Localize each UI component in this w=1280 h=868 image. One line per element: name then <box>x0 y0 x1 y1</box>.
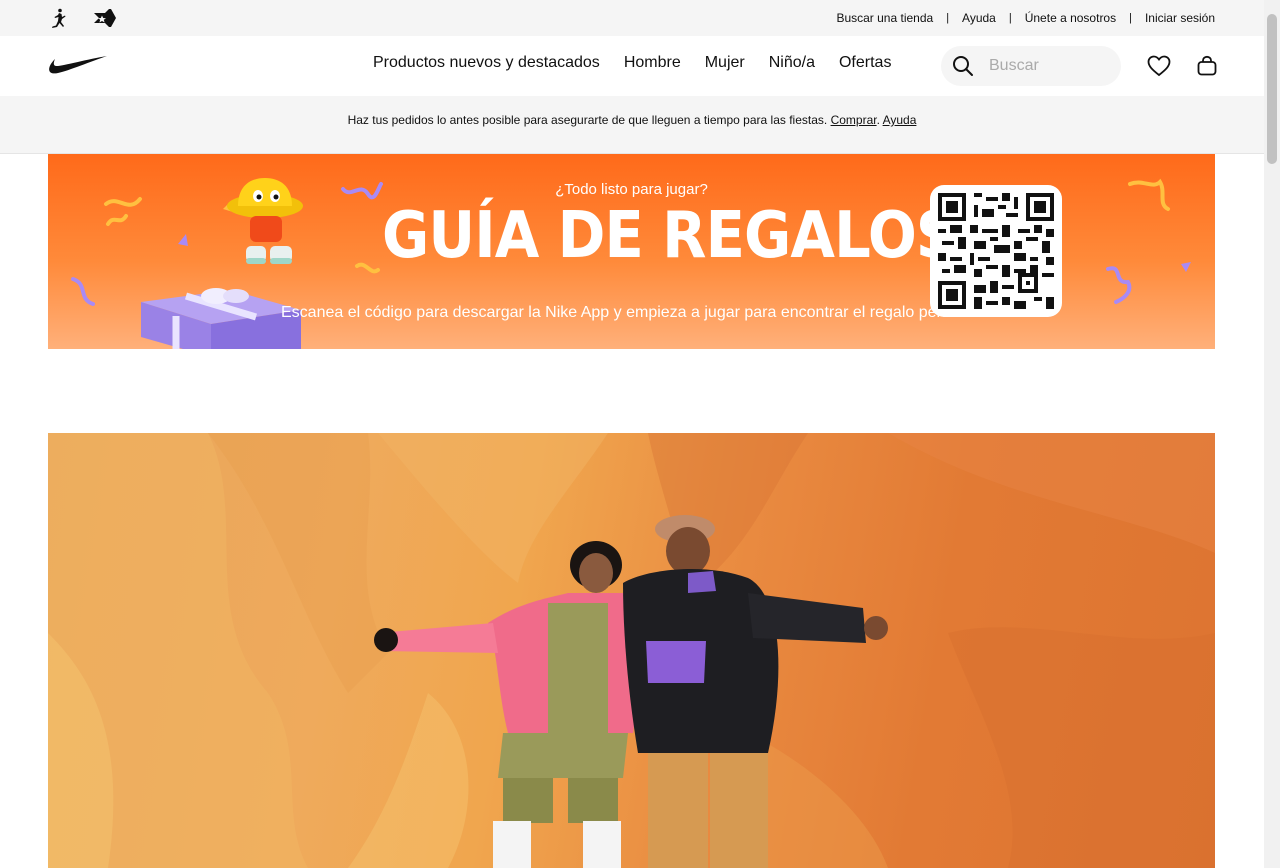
promo-shop-link[interactable]: Comprar <box>831 113 877 127</box>
nike-logo-icon[interactable] <box>48 53 108 82</box>
hero-image[interactable] <box>48 433 1215 868</box>
nav-links: Productos nuevos y destacados Hombre Muj… <box>373 54 891 72</box>
join-us-link[interactable]: Únete a nosotros <box>1025 11 1116 25</box>
favorites-heart-icon[interactable] <box>1147 54 1171 78</box>
jordan-icon[interactable] <box>48 7 70 29</box>
nav-kids[interactable]: Niño/a <box>769 54 815 72</box>
brand-icons <box>48 7 118 29</box>
search-icon[interactable] <box>952 55 974 77</box>
nav-women[interactable]: Mujer <box>705 54 745 72</box>
separator: | <box>1008 12 1012 24</box>
search-input[interactable] <box>989 57 1099 75</box>
find-store-link[interactable]: Buscar una tienda <box>836 11 933 25</box>
page-scrollbar[interactable] <box>1264 0 1280 868</box>
nav-new-featured[interactable]: Productos nuevos y destacados <box>373 54 600 72</box>
utility-bar: Buscar una tienda | Ayuda | Únete a noso… <box>0 0 1264 36</box>
shopping-bag-icon[interactable] <box>1195 54 1219 78</box>
promo-strip: Haz tus pedidos lo antes posible para as… <box>0 96 1264 154</box>
qr-code <box>930 185 1062 317</box>
help-link[interactable]: Ayuda <box>962 11 996 25</box>
nav-men[interactable]: Hombre <box>624 54 681 72</box>
banner-subtitle: Escanea el código para descargar la Nike… <box>281 304 981 321</box>
qr-code-icon <box>938 193 1054 309</box>
banner-title: GUÍA DE REGALOS <box>382 199 957 273</box>
hero-illustration <box>48 433 1215 868</box>
scrollbar-thumb[interactable] <box>1267 14 1277 164</box>
nav-offers[interactable]: Ofertas <box>839 54 891 72</box>
main-nav: Productos nuevos y destacados Hombre Muj… <box>0 36 1264 96</box>
separator: | <box>946 12 950 24</box>
separator: | <box>1129 12 1132 24</box>
promo-text: Haz tus pedidos lo antes posible para as… <box>347 113 828 127</box>
gift-guide-banner[interactable]: ¿Todo listo para jugar? GUÍA DE REGALOS … <box>48 154 1215 349</box>
search-box[interactable] <box>941 46 1121 86</box>
converse-icon[interactable] <box>92 7 118 29</box>
sign-in-link[interactable]: Iniciar sesión <box>1145 11 1215 25</box>
utility-links: Buscar una tienda | Ayuda | Únete a noso… <box>836 11 1215 25</box>
promo-help-link[interactable]: Ayuda <box>883 113 917 127</box>
